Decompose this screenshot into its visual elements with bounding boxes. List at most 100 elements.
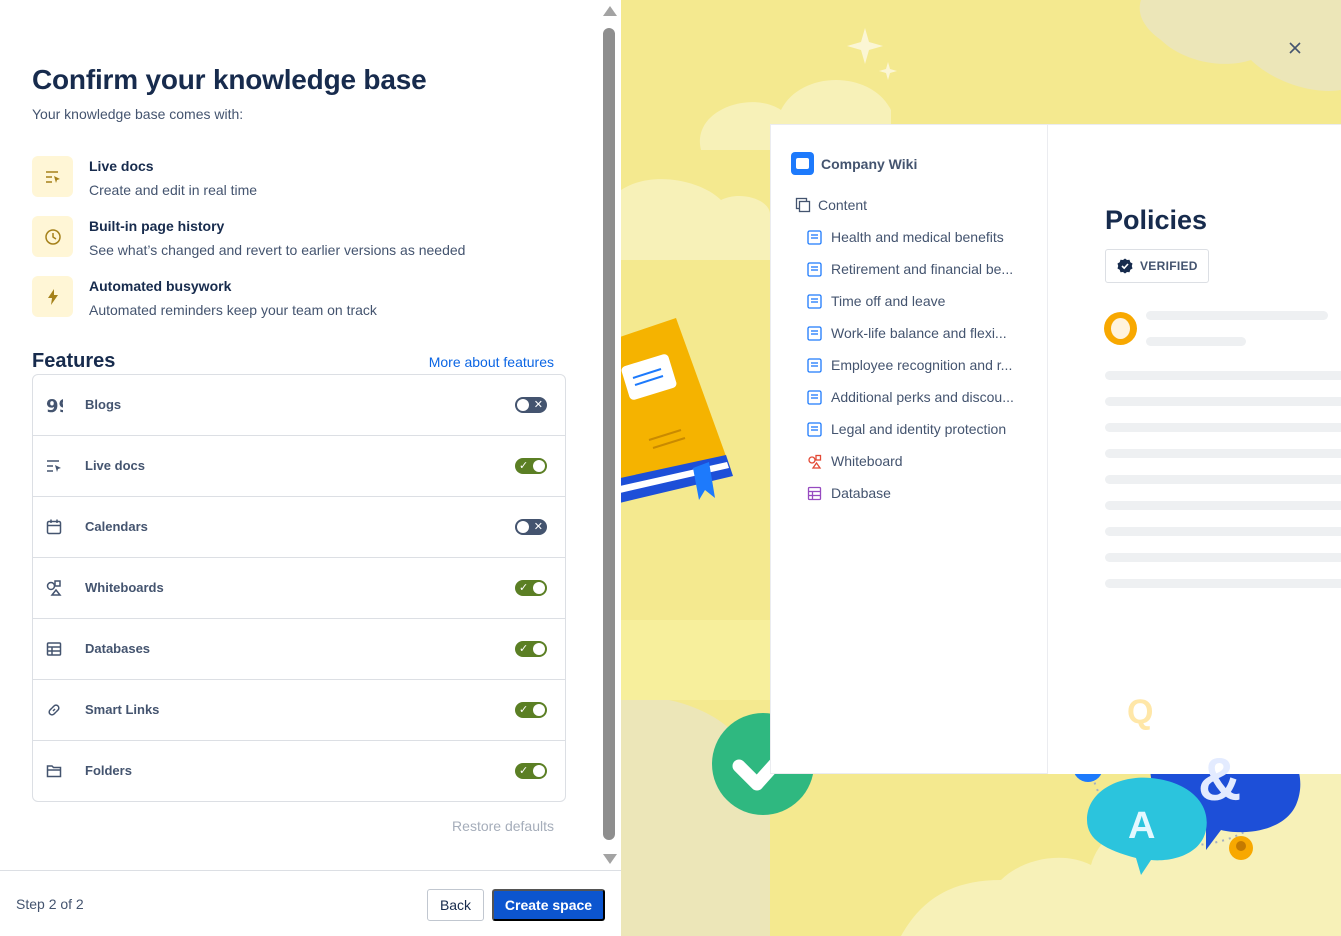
tree-item-whiteboard: Whiteboard: [807, 453, 1039, 469]
tree-item-page: Retirement and financial be...: [807, 261, 1039, 277]
space-logo-icon: [791, 152, 814, 175]
scroll-up-arrow-icon[interactable]: [603, 6, 617, 16]
preview-illustration: Company Wiki Content Health and medical …: [621, 0, 1341, 936]
feature-label: Whiteboards: [85, 580, 164, 595]
page-icon: [807, 261, 822, 277]
calendars-toggle[interactable]: ✕: [515, 519, 547, 535]
smart-links-toggle[interactable]: ✓: [515, 702, 547, 718]
modal-title: Confirm your knowledge base: [32, 64, 427, 95]
wiki-sidebar-card: Company Wiki Content Health and medical …: [770, 124, 1048, 774]
modal-footer: Step 2 of 2 Back Create space: [0, 870, 621, 936]
blogs-toggle[interactable]: ✕: [515, 397, 547, 413]
placeholder-line: [1105, 475, 1341, 484]
config-panel: Confirm your knowledge base Your knowled…: [0, 0, 621, 936]
benefit-title: Automated busywork: [89, 278, 232, 294]
tree-item-label: Additional perks and discou...: [831, 389, 1014, 405]
config-scroll-area[interactable]: Confirm your knowledge base Your knowled…: [0, 0, 601, 870]
page-icon: [807, 325, 822, 341]
restore-defaults-button[interactable]: Restore defaults: [452, 818, 554, 834]
placeholder-line: [1146, 337, 1246, 346]
avatar: [1104, 312, 1137, 345]
live-doc-icon: [32, 156, 73, 197]
scroll-down-arrow-icon[interactable]: [603, 854, 617, 864]
feature-row-blogs: 99 Blogs ✕: [33, 375, 565, 436]
create-space-modal: Confirm your knowledge base Your knowled…: [0, 0, 1341, 936]
scrollbar-thumb[interactable]: [603, 28, 615, 840]
benefit-page-history: Built-in page history See what’s changed…: [32, 216, 572, 266]
content-section: Content: [795, 197, 867, 213]
feature-row-databases: Databases ✓: [33, 619, 565, 680]
feature-label: Smart Links: [85, 702, 160, 717]
link-icon: [45, 701, 63, 719]
feature-label: Live docs: [85, 458, 145, 473]
tree-item-page: Health and medical benefits: [807, 229, 1039, 245]
database-icon: [807, 486, 822, 500]
whiteboards-toggle[interactable]: ✓: [515, 580, 547, 596]
step-indicator: Step 2 of 2: [16, 896, 84, 912]
create-space-button[interactable]: Create space: [492, 889, 605, 921]
benefit-title: Live docs: [89, 158, 154, 174]
tree-item-page: Legal and identity protection: [807, 421, 1039, 437]
benefit-live-docs: Live docs Create and edit in real time: [32, 156, 572, 206]
lightning-icon: [32, 276, 73, 317]
placeholder-line: [1105, 449, 1341, 458]
database-icon: [45, 640, 63, 658]
tree-item-page: Time off and leave: [807, 293, 1039, 309]
verified-label: VERIFIED: [1140, 259, 1198, 273]
close-icon[interactable]: [1285, 38, 1305, 58]
benefit-description: See what’s changed and revert to earlier…: [89, 242, 466, 258]
tree-item-label: Time off and leave: [831, 293, 946, 309]
feature-label: Folders: [85, 763, 132, 778]
tree-item-label: Health and medical benefits: [831, 229, 1004, 245]
live-doc-icon: [45, 457, 63, 475]
more-about-features-link[interactable]: More about features: [429, 354, 554, 370]
back-button[interactable]: Back: [427, 889, 484, 921]
feature-row-calendars: Calendars ✕: [33, 497, 565, 558]
features-list: 99 Blogs ✕ Live docs ✓ Calendars ✕ White…: [32, 374, 566, 802]
placeholder-line: [1105, 553, 1341, 562]
book-illustration: [621, 318, 733, 503]
feature-label: Blogs: [85, 397, 122, 412]
wiki-page-card: Policies VERIFIED: [1047, 124, 1341, 774]
vertical-scrollbar[interactable]: [601, 0, 617, 870]
tree-item-page: Employee recognition and r...: [807, 357, 1039, 373]
tree-item-label: Employee recognition and r...: [831, 357, 1013, 373]
benefit-description: Automated reminders keep your team on tr…: [89, 302, 377, 318]
modal-subtitle: Your knowledge base comes with:: [32, 106, 244, 122]
tree-item-label: Legal and identity protection: [831, 421, 1007, 437]
tree-item-page: Additional perks and discou...: [807, 389, 1039, 405]
placeholder-line: [1105, 527, 1341, 536]
verified-check-icon: [1117, 258, 1133, 274]
placeholder-line: [1105, 423, 1341, 432]
feature-row-whiteboards: Whiteboards ✓: [33, 558, 565, 619]
folder-icon: [45, 762, 63, 780]
feature-row-smart-links: Smart Links ✓: [33, 680, 565, 741]
quote-icon: 99: [45, 396, 63, 414]
placeholder-line: [1105, 397, 1341, 406]
verified-badge: VERIFIED: [1105, 249, 1209, 283]
feature-row-live-docs: Live docs ✓: [33, 436, 565, 497]
live-docs-toggle[interactable]: ✓: [515, 458, 547, 474]
placeholder-line: [1105, 579, 1341, 588]
databases-toggle[interactable]: ✓: [515, 641, 547, 657]
tree-item-page: Work-life balance and flexi...: [807, 325, 1039, 341]
feature-row-folders: Folders ✓: [33, 741, 565, 802]
content-tree-icon: [795, 197, 811, 213]
page-icon: [807, 421, 822, 437]
tree-item-label: Work-life balance and flexi...: [831, 325, 1007, 341]
feature-label: Databases: [85, 641, 151, 656]
tree-item-label: Retirement and financial be...: [831, 261, 1014, 277]
folders-toggle[interactable]: ✓: [515, 763, 547, 779]
placeholder-line: [1105, 371, 1341, 380]
page-icon: [807, 293, 822, 309]
clock-icon: [32, 216, 73, 257]
benefit-description: Create and edit in real time: [89, 182, 258, 198]
space-name: Company Wiki: [821, 155, 918, 172]
space-header: Company Wiki: [791, 152, 917, 175]
whiteboard-icon: [808, 454, 822, 469]
placeholder-line: [1105, 501, 1341, 510]
tree-item-database: Database: [807, 485, 1039, 501]
page-title: Policies: [1105, 205, 1208, 235]
page-icon: [807, 357, 822, 373]
benefit-automated-busywork: Automated busywork Automated reminders k…: [32, 276, 572, 326]
